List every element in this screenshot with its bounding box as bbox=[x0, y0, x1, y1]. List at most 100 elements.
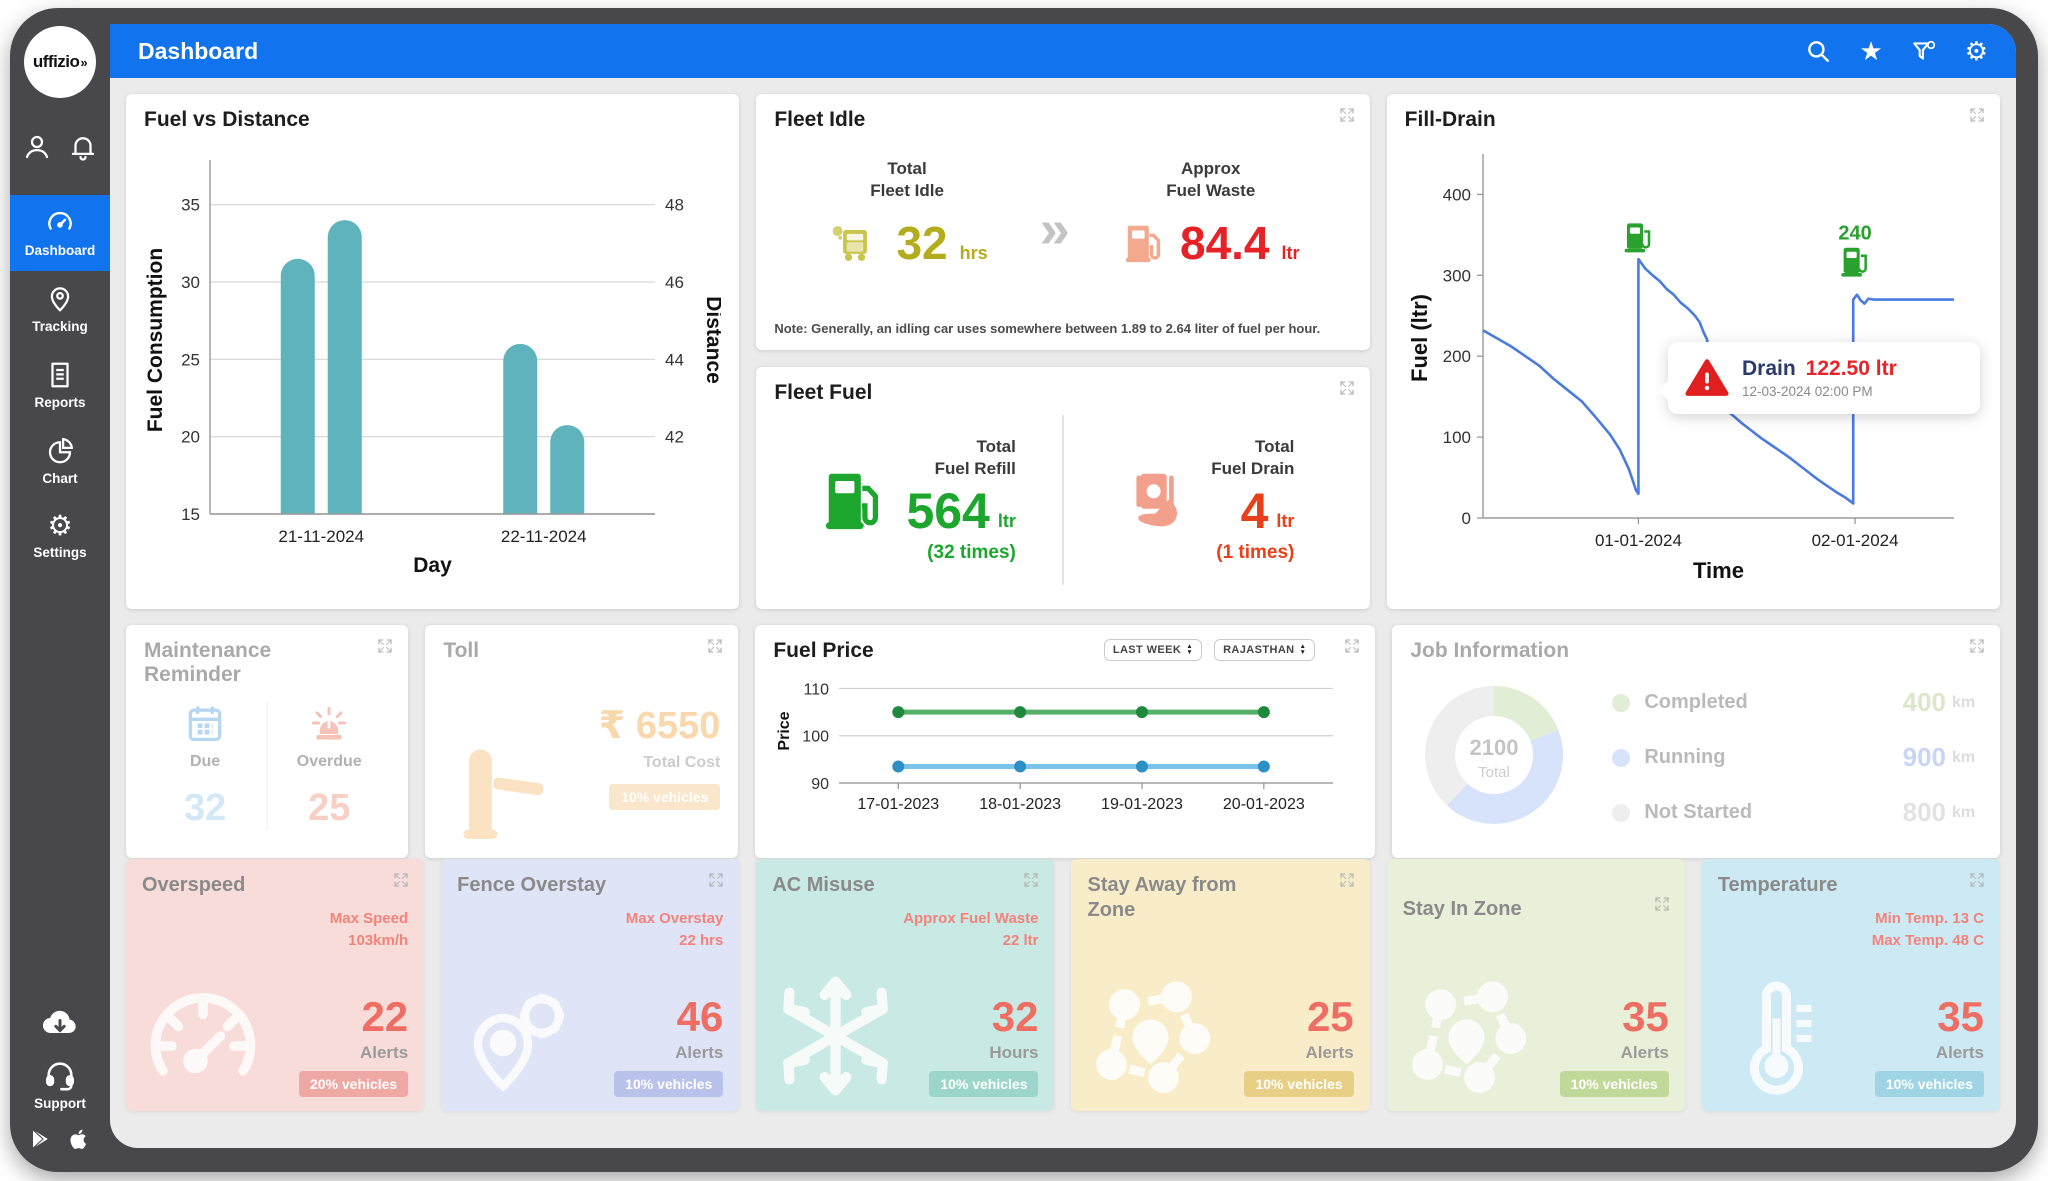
expand-icon[interactable] bbox=[1338, 379, 1356, 402]
overdue-value: 25 bbox=[308, 787, 351, 829]
uffizio-logo: uffizio» bbox=[24, 26, 96, 98]
drain-times: (1 times) bbox=[1216, 542, 1295, 564]
google-play-icon[interactable] bbox=[29, 1127, 53, 1156]
legend-dot bbox=[1612, 693, 1631, 712]
settings-gear-icon[interactable]: ⚙ bbox=[1965, 38, 1988, 64]
dropdown-arrows-icon: ▲ ▼ bbox=[1299, 643, 1307, 656]
device-frame: uffizio» Dashboard Tracking Reports Char… bbox=[10, 8, 2038, 1172]
search-icon[interactable] bbox=[1805, 38, 1831, 64]
dashboard-content: Fuel vs Distance 15 20 25 30 35 42 44 46 48 21-11… bbox=[110, 78, 2016, 1148]
collapse-icon[interactable] bbox=[707, 871, 725, 894]
collapse-icon[interactable] bbox=[1338, 106, 1356, 129]
card-title: Temperature bbox=[1717, 874, 1838, 896]
sidebar-item-chart[interactable]: Chart bbox=[10, 423, 110, 499]
svg-text:44: 44 bbox=[665, 350, 684, 369]
region-dropdown[interactable]: RAJASTHAN ▲ ▼ bbox=[1214, 639, 1316, 661]
logo-arrow-icon: » bbox=[80, 54, 88, 70]
notifications-bell-icon[interactable] bbox=[68, 132, 98, 167]
legend-dot bbox=[1612, 748, 1631, 767]
expand-icon[interactable] bbox=[1022, 871, 1040, 894]
sidebar-item-label: Tracking bbox=[32, 319, 88, 334]
overspeed-card: Overspeed Max Speed 103km/h 22 Alerts 20%… bbox=[126, 859, 425, 1111]
sidebar-item-label: Dashboard bbox=[24, 243, 96, 258]
svg-text:Fuel Consumption: Fuel Consumption bbox=[144, 248, 167, 432]
favorites-star-icon[interactable]: ★ bbox=[1859, 38, 1882, 64]
card-title: Stay Away from Zone bbox=[1087, 874, 1237, 921]
fill-drain-card: Fill-Drain 0 100 200 300 400 01-01-2024 02-01-… bbox=[1386, 94, 2000, 609]
svg-text:30: 30 bbox=[181, 273, 200, 292]
fuel-vs-distance-card: Fuel vs Distance 15 20 25 30 35 42 44 46 48 21-11… bbox=[126, 94, 740, 609]
sidebar-item-dashboard[interactable]: Dashboard bbox=[10, 195, 110, 271]
fuel-drain-value: 4 bbox=[1240, 483, 1269, 540]
user-icon[interactable] bbox=[22, 132, 52, 167]
calendar-icon bbox=[183, 701, 227, 745]
support-item[interactable]: Support bbox=[34, 1058, 86, 1111]
toll-card: Toll ₹ 6550 Total Cost 10% vehicles bbox=[425, 625, 739, 858]
card-title: Stay In Zone bbox=[1402, 898, 1522, 920]
svg-text:01-01-2024: 01-01-2024 bbox=[1595, 531, 1682, 550]
zone-watermark-icon bbox=[1083, 976, 1218, 1101]
location-pin-icon bbox=[45, 284, 75, 314]
legend-row: Running 900 km bbox=[1612, 742, 1982, 773]
expand-icon[interactable] bbox=[1338, 871, 1356, 894]
job-donut-chart: 2100 Total bbox=[1410, 671, 1578, 844]
svg-text:2100: 2100 bbox=[1470, 735, 1519, 760]
svg-text:19-01-2023: 19-01-2023 bbox=[1101, 796, 1183, 813]
sidebar-item-settings[interactable]: ⚙ Settings bbox=[10, 499, 110, 573]
svg-text:21-11-2024: 21-11-2024 bbox=[278, 527, 364, 546]
period-dropdown[interactable]: LAST WEEK ▲ ▼ bbox=[1103, 639, 1203, 661]
fuel-refill-value: 564 bbox=[906, 483, 990, 540]
report-document-icon bbox=[45, 360, 75, 390]
svg-text:100: 100 bbox=[1442, 428, 1470, 447]
svg-text:15: 15 bbox=[181, 505, 200, 524]
svg-text:Distance: Distance bbox=[702, 296, 721, 384]
cloud-download-icon[interactable] bbox=[37, 1003, 83, 1048]
gear-icon: ⚙ bbox=[47, 510, 73, 541]
card-title: Fleet Fuel bbox=[774, 381, 873, 404]
collapse-icon[interactable] bbox=[1653, 895, 1671, 918]
sidebar-item-reports[interactable]: Reports bbox=[10, 347, 110, 423]
svg-text:17-01-2023: 17-01-2023 bbox=[858, 796, 940, 813]
svg-text:20: 20 bbox=[181, 428, 200, 447]
page-title: Dashboard bbox=[138, 37, 259, 64]
apple-icon[interactable] bbox=[67, 1127, 91, 1156]
legend-row: Completed 400 km bbox=[1612, 687, 1982, 718]
vehicles-badge: 10% vehicles bbox=[614, 1071, 724, 1097]
fuel-price-chart: 90 100 110 Price 17-01-2023 18-01-2023 19-01-2… bbox=[773, 667, 1357, 825]
stay-in-zone-card: Stay In Zone 35 Alerts 10% vehicles bbox=[1386, 859, 1685, 1111]
svg-text:18-01-2023: 18-01-2023 bbox=[980, 796, 1062, 813]
dropdown-arrows-icon: ▲ ▼ bbox=[1186, 643, 1194, 656]
speedometer-icon bbox=[45, 208, 75, 238]
vehicles-badge: 20% vehicles bbox=[298, 1071, 409, 1097]
collapse-icon[interactable] bbox=[1343, 637, 1361, 660]
svg-text:Fuel (ltr): Fuel (ltr) bbox=[1407, 294, 1432, 382]
card-title: Maintenance Reminder bbox=[144, 639, 272, 686]
sidebar-item-tracking[interactable]: Tracking bbox=[10, 271, 110, 347]
card-title: Job Information bbox=[1410, 639, 1570, 662]
legend-row: Not Started 800 km bbox=[1612, 797, 1982, 828]
toll-amount: 6550 bbox=[635, 705, 721, 747]
due-value: 32 bbox=[183, 787, 227, 829]
fleet-idle-card: Fleet Idle Total Fleet Idle 32 hrs » App… bbox=[756, 94, 1370, 350]
svg-text:Price: Price bbox=[776, 711, 793, 750]
move-icon[interactable] bbox=[392, 871, 410, 894]
fence-overstay-card: Fence Overstay Max Overstay 22 hrs 46 Ale… bbox=[441, 859, 740, 1111]
zone-watermark-icon bbox=[1399, 976, 1534, 1101]
expand-icon[interactable] bbox=[1968, 871, 1986, 894]
pin-gear-watermark-icon bbox=[453, 981, 583, 1101]
support-label: Support bbox=[34, 1096, 86, 1111]
main-screen: Dashboard ★ ⚙ Fuel vs Distance 15 20 25 30 3… bbox=[110, 24, 2016, 1148]
expand-icon[interactable] bbox=[1968, 106, 1986, 129]
toll-badge: 10% vehicles bbox=[609, 784, 721, 810]
svg-text:35: 35 bbox=[181, 196, 200, 215]
filter-icon[interactable] bbox=[1911, 38, 1937, 64]
temperature-card: Temperature Min Temp. 13 C Max Temp. 48 C… bbox=[1701, 859, 2000, 1111]
idle-truck-icon bbox=[826, 217, 884, 269]
svg-text:240: 240 bbox=[1838, 222, 1871, 244]
speedometer-watermark-icon bbox=[138, 981, 268, 1101]
job-information-card: Job Information 2100 Total Completed 400 … bbox=[1392, 625, 2000, 858]
svg-text:22-11-2024: 22-11-2024 bbox=[501, 527, 587, 546]
card-title: Fleet Idle bbox=[774, 108, 866, 131]
svg-text:90: 90 bbox=[812, 776, 830, 793]
vehicles-badge: 10% vehicles bbox=[1244, 1071, 1354, 1097]
